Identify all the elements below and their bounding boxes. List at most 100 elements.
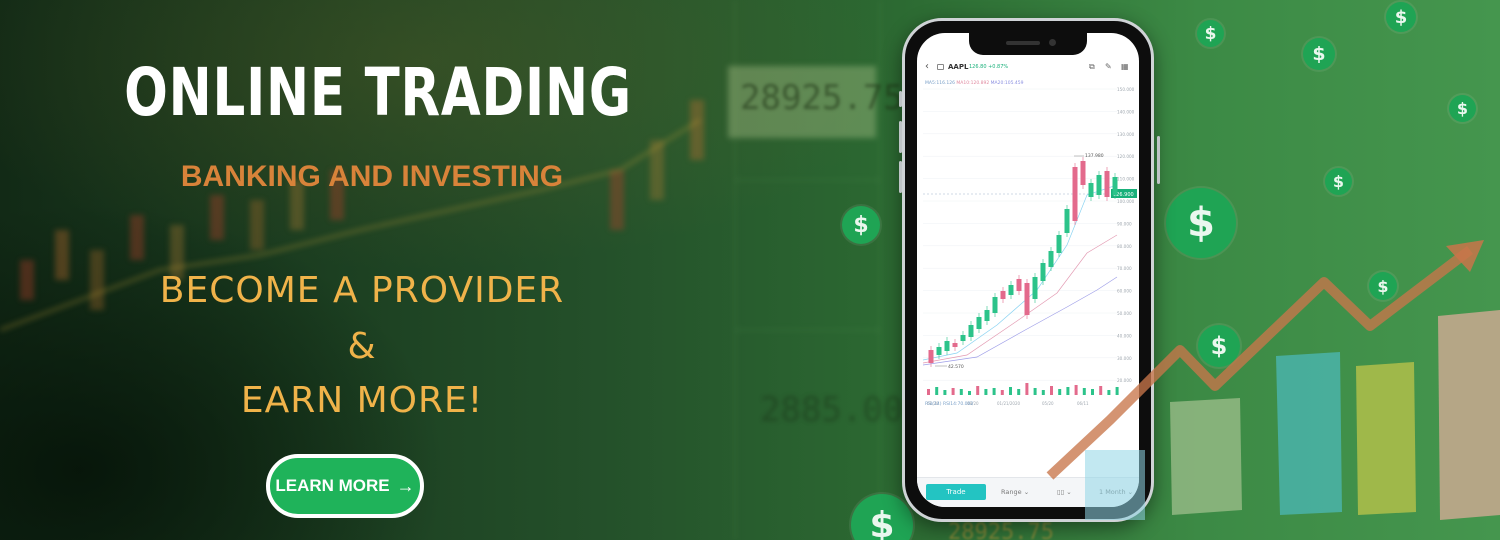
volume-bar — [1041, 390, 1045, 395]
volume-bar — [959, 389, 963, 395]
app-header: ‹ AAPL 126.80 +0.87% ⧉ ✎ ▦ — [917, 61, 1139, 77]
candle — [976, 317, 982, 329]
volume-bar — [1025, 383, 1029, 395]
banner-subtitle: BANKING AND INVESTING — [180, 160, 564, 193]
volume-bar — [1091, 389, 1094, 395]
trade-button[interactable]: Trade — [926, 484, 986, 500]
interval-tab[interactable]: 1 Month ⌄ — [1099, 488, 1133, 496]
volume-bar — [984, 389, 988, 395]
candle — [1072, 167, 1078, 221]
background-candle — [610, 170, 624, 230]
volume-bar — [1050, 386, 1053, 395]
candle — [1016, 279, 1022, 291]
volume-bar — [976, 386, 980, 395]
price-tick-label: 50.000 — [1117, 311, 1132, 316]
volume-bar — [1066, 387, 1070, 395]
date-tick-label: 06/11 — [1077, 401, 1089, 406]
phone-notch — [969, 33, 1087, 55]
phone-screen: ‹ AAPL 126.80 +0.87% ⧉ ✎ ▦ MA5:116.126 M… — [917, 33, 1139, 507]
dollar-coin-icon: $ — [1303, 38, 1335, 70]
learn-more-label: LEARN MORE — [275, 476, 390, 495]
dollar-coin-icon: $ — [1325, 168, 1352, 195]
volume-bar — [1058, 389, 1062, 395]
price-tick-label: 110.000 — [1117, 177, 1135, 182]
phone-mockup: ‹ AAPL 126.80 +0.87% ⧉ ✎ ▦ MA5:116.126 M… — [899, 18, 1160, 522]
volume-bar — [1000, 390, 1004, 395]
high-label: 137.980 — [1085, 153, 1104, 159]
price-tick-label: 100.000 — [1117, 199, 1135, 204]
dollar-coin-icon: $ — [1386, 2, 1416, 32]
candle — [1040, 263, 1046, 281]
background-candle — [130, 215, 144, 260]
phone-side-button — [1157, 136, 1160, 184]
date-tick-label: 01/21/2020 — [997, 401, 1021, 406]
candle-icon: ▯▯ — [1057, 488, 1065, 496]
background-candle — [90, 250, 104, 310]
chevron-down-icon: ⌄ — [1023, 488, 1030, 496]
price-tick-label: 30.000 — [1117, 356, 1132, 361]
dollar-coin-icon: $ — [1449, 95, 1476, 122]
draw-icon[interactable]: ✎ — [1105, 62, 1112, 71]
price-tick-label: 40.000 — [1117, 333, 1132, 338]
share-icon[interactable]: ⧉ — [1089, 62, 1095, 72]
candle — [1080, 161, 1086, 185]
phone-side-button — [899, 91, 902, 107]
phone-side-button — [899, 161, 902, 193]
volume-bar — [992, 388, 996, 395]
price-tick-label: 120.000 — [1117, 154, 1135, 159]
app-tabbar: Trade Range ⌄ ▯▯ ⌄ 1 Month ⌄ — [917, 477, 1139, 507]
price-tick-label: 20.000 — [1117, 378, 1132, 383]
dollar-coin-icon: $ — [1198, 325, 1240, 367]
price-axis: 150.000 140.000 130.000 120.000 110.000 100.0… — [1117, 87, 1135, 383]
candle — [936, 347, 942, 355]
dollar-coin-icon: $ — [1369, 272, 1397, 300]
candle — [960, 335, 966, 341]
volume-bar — [1115, 387, 1119, 395]
dollar-coin-icon: $ — [1166, 188, 1236, 258]
candle-type-tab[interactable]: ▯▯ ⌄ — [1057, 488, 1072, 496]
background-candle — [690, 100, 704, 160]
candle — [952, 343, 958, 347]
candle — [1104, 171, 1110, 197]
candle — [1048, 251, 1054, 267]
volume-bar — [943, 390, 947, 395]
volume-bar — [1082, 388, 1086, 395]
volume-bar — [1074, 385, 1078, 395]
camera-icon — [1049, 39, 1056, 46]
candle — [928, 350, 934, 363]
candle — [1024, 283, 1030, 315]
stock-chart[interactable]: 150.000 140.000 130.000 120.000 110.000 100.0… — [917, 85, 1139, 415]
speaker-icon — [1006, 41, 1040, 45]
low-label: 42.570 — [948, 364, 964, 370]
candle — [1056, 235, 1062, 253]
volume-bar — [1107, 390, 1111, 395]
learn-more-button[interactable]: LEARN MORE → — [266, 454, 424, 518]
candle — [944, 341, 950, 351]
ma-line-1 — [922, 184, 1118, 361]
date-tick-label: 05/20 — [1042, 401, 1054, 406]
ticker-symbol: AAPL — [948, 63, 969, 71]
candle — [1032, 277, 1038, 299]
back-chevron-icon[interactable]: ‹ — [925, 61, 929, 72]
ma-line-2 — [922, 234, 1118, 364]
phone-side-button — [899, 121, 902, 153]
price-tick-label: 80.000 — [1117, 244, 1132, 249]
arrow-right-icon: → — [396, 475, 415, 496]
candle — [1000, 291, 1006, 299]
background-ticker-3: 28925.75 — [948, 520, 1054, 540]
grid-icon[interactable]: ▦ — [1121, 62, 1129, 71]
cta-line-earn: EARN MORE! — [240, 380, 484, 421]
price-tick-label: 140.000 — [1117, 109, 1135, 114]
banner-title: ONLINE TRADING — [124, 54, 632, 131]
dollar-coin-icon: $ — [1197, 20, 1224, 47]
dollar-coin-icon: $ — [842, 206, 880, 244]
candle — [1088, 183, 1094, 197]
volume-bar — [935, 387, 939, 395]
range-tab[interactable]: Range ⌄ — [1001, 488, 1029, 496]
volume-bar — [1009, 387, 1012, 395]
price-tick-label: 70.000 — [1117, 266, 1132, 271]
volume-bar — [1017, 389, 1021, 395]
background-ticker-2: 2885.00 — [760, 390, 904, 430]
background-candle — [210, 195, 224, 240]
cta-line-ampersand: & — [347, 326, 377, 367]
